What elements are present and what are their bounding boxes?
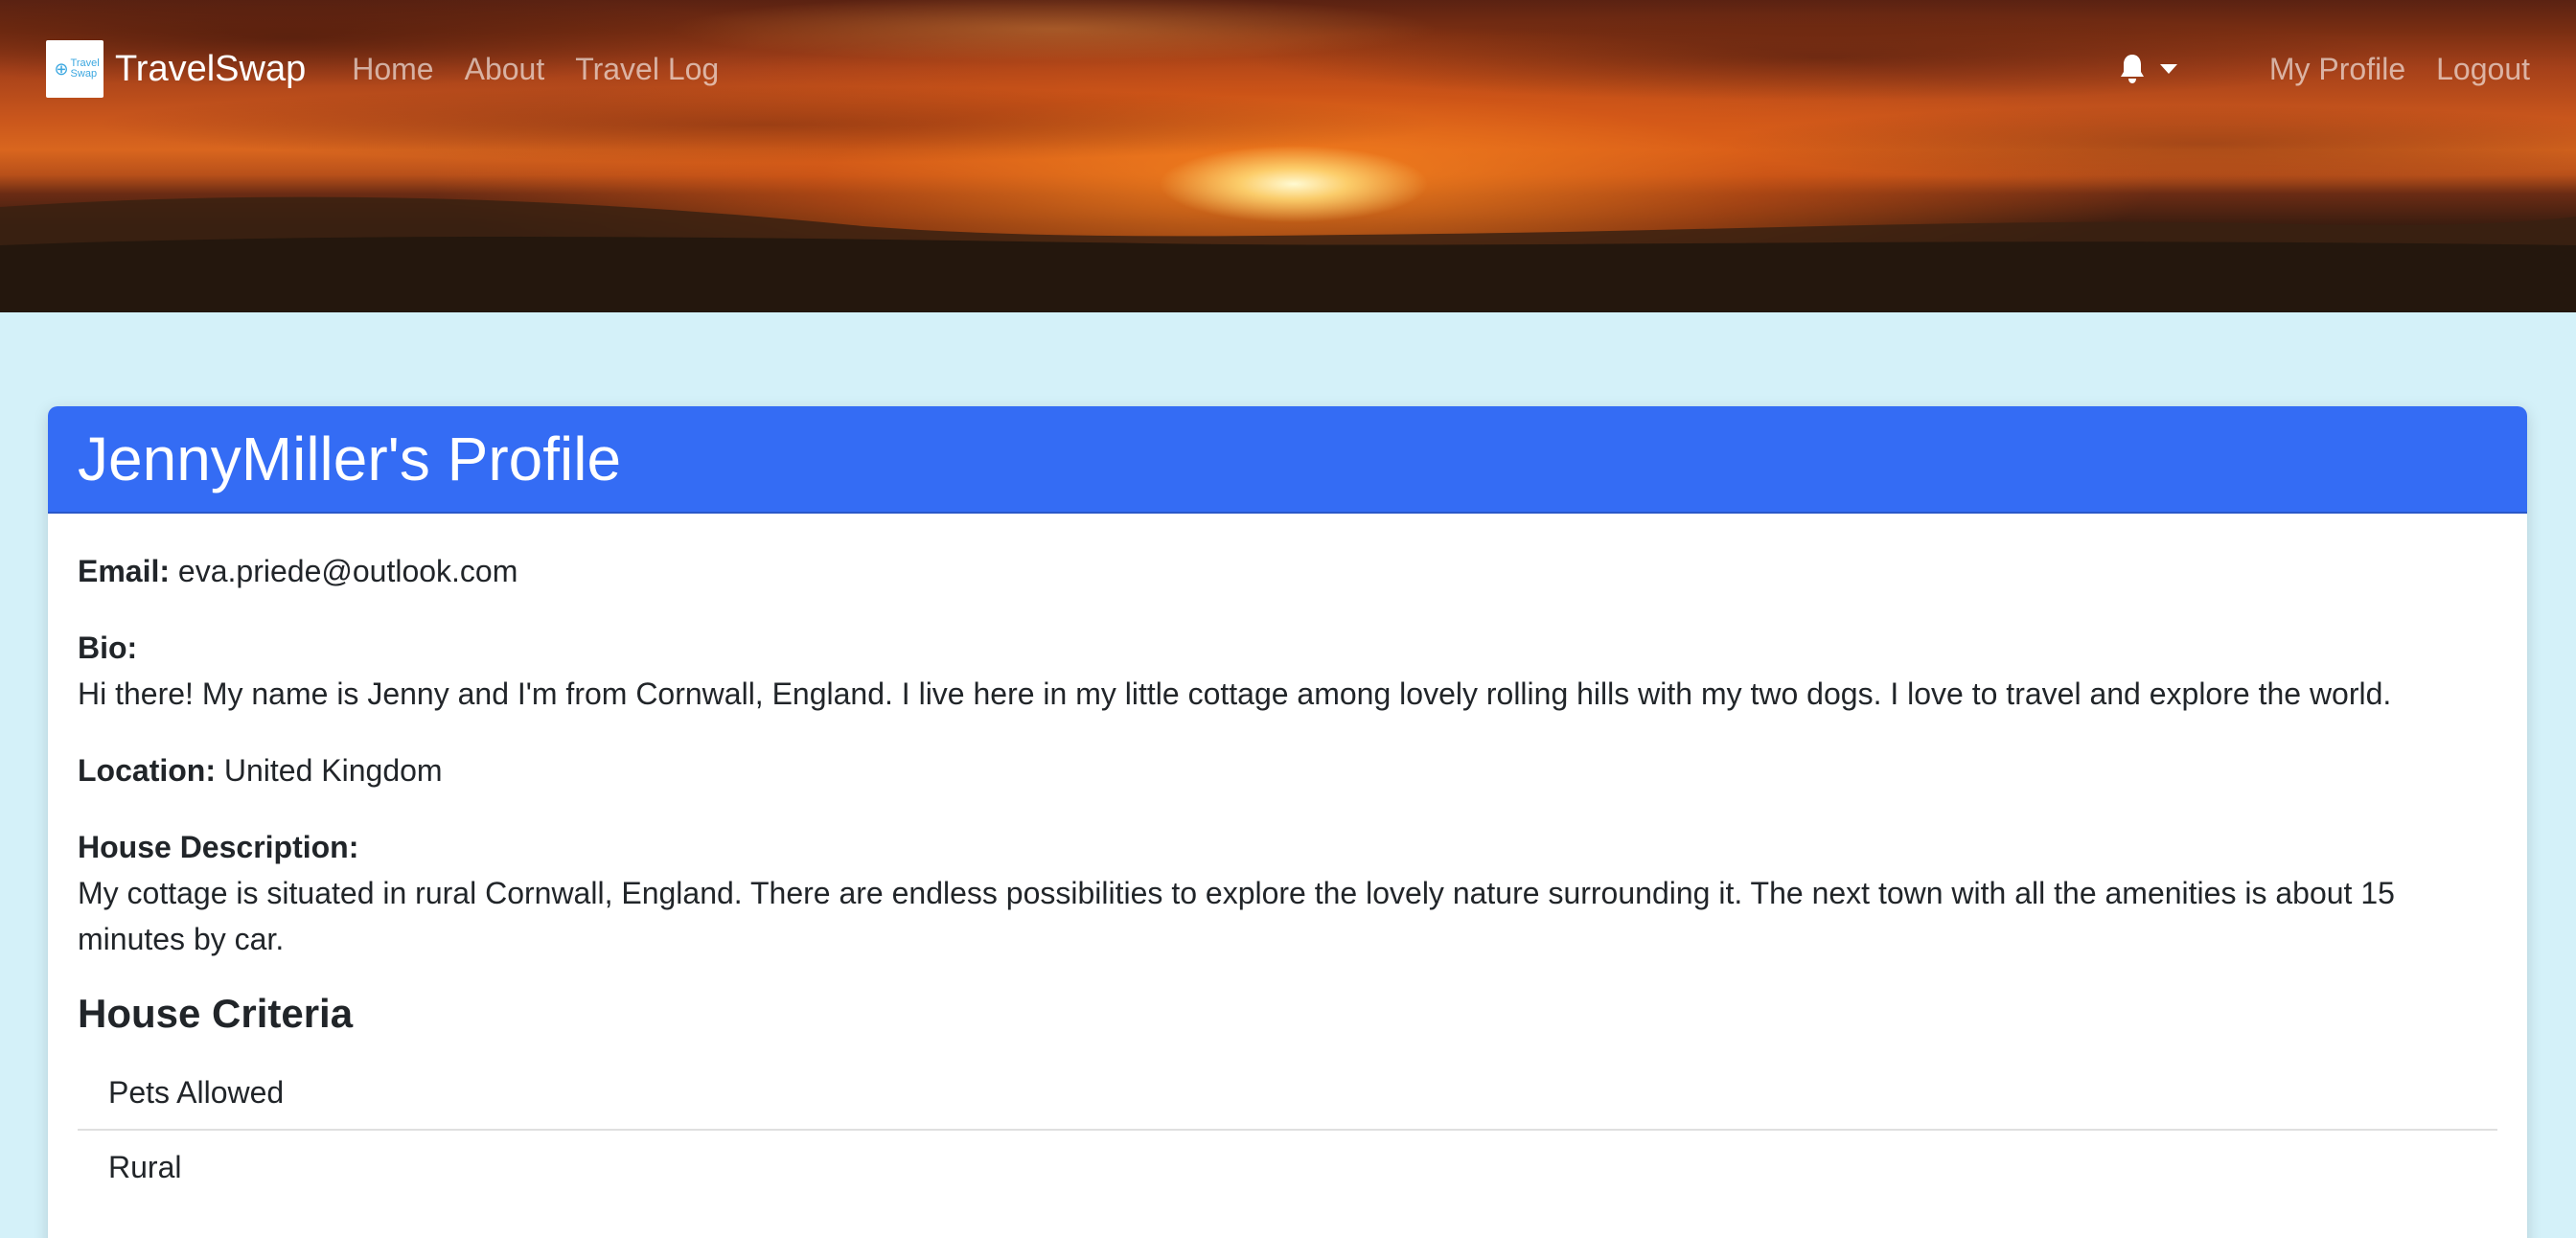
brand[interactable]: ⊕ Travel Swap TravelSwap bbox=[46, 40, 352, 98]
email-value: eva.priede@outlook.com bbox=[177, 554, 518, 588]
list-item: Rural bbox=[108, 1150, 182, 1184]
bio-label: Bio: bbox=[78, 630, 138, 665]
house-description-label: House Description: bbox=[78, 830, 359, 864]
nav-link-home[interactable]: Home bbox=[352, 52, 433, 87]
notifications-dropdown[interactable] bbox=[2118, 53, 2177, 85]
logo-text: Travel Swap bbox=[70, 57, 100, 80]
house-criteria-title: House Criteria bbox=[78, 991, 354, 1036]
location-row: Location: United Kingdom bbox=[78, 747, 2497, 793]
nav-link-about[interactable]: About bbox=[465, 52, 545, 87]
bio-text: Hi there! My name is Jenny and I'm from … bbox=[78, 676, 2392, 711]
email-row: Email: eva.priede@outlook.com bbox=[78, 548, 2497, 594]
profile-card-body: Email: eva.priede@outlook.com Bio: Hi th… bbox=[48, 514, 2527, 1204]
bell-icon bbox=[2120, 55, 2144, 83]
globe-icon: ⊕ bbox=[54, 58, 69, 79]
nav-right: My Profile Logout bbox=[2118, 52, 2530, 87]
profile-card-header: JennyMiller's Profile bbox=[48, 406, 2527, 514]
location-label: Location: bbox=[78, 753, 216, 788]
brand-name[interactable]: TravelSwap bbox=[115, 49, 306, 90]
location-value: United Kingdom bbox=[223, 753, 443, 788]
nav-links: Home About Travel Log bbox=[352, 52, 749, 87]
list-item: Pets Allowed bbox=[78, 1056, 2497, 1131]
nav-link-logout[interactable]: Logout bbox=[2436, 52, 2530, 87]
brand-logo: ⊕ Travel Swap bbox=[46, 40, 104, 98]
house-description-text: My cottage is situated in rural Cornwall… bbox=[78, 876, 2395, 956]
nav-link-travel-log[interactable]: Travel Log bbox=[575, 52, 719, 87]
email-label: Email: bbox=[78, 554, 171, 588]
chevron-down-icon bbox=[2159, 64, 2177, 74]
banner-hills bbox=[0, 196, 2576, 312]
house-description-section: House Description: My cottage is situate… bbox=[78, 824, 2497, 962]
nav-link-my-profile[interactable]: My Profile bbox=[2269, 52, 2405, 87]
profile-card: JennyMiller's Profile Email: eva.priede@… bbox=[48, 406, 2527, 1238]
bio-section: Bio: Hi there! My name is Jenny and I'm … bbox=[78, 625, 2497, 717]
navbar: ⊕ Travel Swap TravelSwap Home About Trav… bbox=[0, 0, 2576, 138]
page-title: JennyMiller's Profile bbox=[78, 424, 622, 493]
house-criteria-list: Pets Allowed Rural bbox=[78, 1056, 2497, 1204]
